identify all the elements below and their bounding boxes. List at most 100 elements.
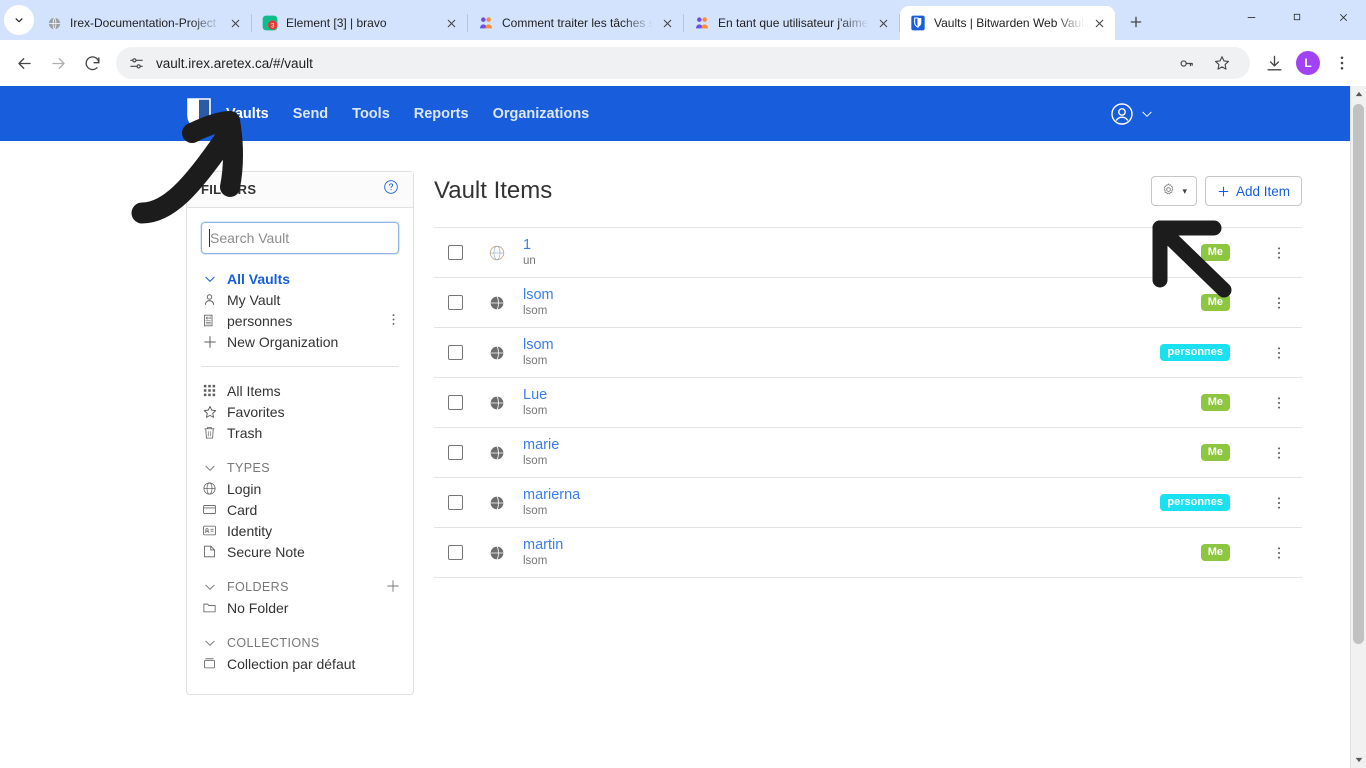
sidebar-item-all-vaults[interactable]: All Vaults (201, 268, 399, 289)
maximize-icon (1293, 13, 1301, 21)
add-folder-icon[interactable] (385, 578, 401, 597)
profile-button[interactable]: L (1292, 47, 1324, 79)
navbar-item-reports[interactable]: Reports (414, 106, 469, 122)
tab-search-button[interactable] (4, 5, 34, 35)
vault-items-list: 1 un Me lsom lsom Me lsom lsom personnes… (434, 227, 1302, 578)
tune-icon[interactable] (128, 54, 146, 72)
browser-menu-button[interactable] (1326, 47, 1358, 79)
sidebar-item-card[interactable]: Card (201, 499, 399, 520)
item-name[interactable]: marierna (523, 487, 580, 504)
sidebar-item-my-vault[interactable]: My Vault (201, 289, 399, 310)
item-name[interactable]: lsom (523, 337, 554, 354)
row-options-button[interactable] (1256, 395, 1302, 411)
window-minimize-button[interactable] (1228, 0, 1274, 34)
vault-options-button[interactable]: ▾ (1151, 176, 1197, 206)
downloads-button[interactable] (1258, 47, 1290, 79)
close-icon[interactable] (873, 13, 893, 33)
row-checkbox[interactable] (448, 495, 463, 510)
table-row[interactable]: Lue lsom Me (434, 378, 1302, 428)
browser-tab-4-active[interactable]: Vaults | Bitwarden Web Vault (900, 6, 1115, 40)
close-icon[interactable] (225, 13, 245, 33)
sidebar-item-secure-note[interactable]: Secure Note (201, 541, 399, 562)
browser-tab-1[interactable]: 3 Element [3] | bravo (252, 6, 467, 40)
sidebar-item-no-folder[interactable]: No Folder (201, 597, 399, 618)
navbar-item-send[interactable]: Send (293, 106, 328, 122)
page-content: FILTERS Search Vault All Vaults My Vault… (0, 141, 1350, 695)
navbar-item-organizations[interactable]: Organizations (493, 106, 590, 122)
row-options-button[interactable] (1256, 495, 1302, 511)
row-checkbox[interactable] (448, 295, 463, 310)
table-row[interactable]: 1 un Me (434, 228, 1302, 278)
collection-icon (201, 656, 218, 671)
browser-tab-2[interactable]: Comment traiter les tâches s (468, 6, 683, 40)
close-icon[interactable] (1089, 13, 1109, 33)
globe-icon (201, 481, 218, 496)
table-row[interactable]: lsom lsom personnes (434, 328, 1302, 378)
item-name[interactable]: Lue (523, 387, 547, 404)
reload-icon (85, 55, 100, 70)
row-options-button[interactable] (1256, 245, 1302, 261)
sidebar-item-personnes[interactable]: personnes (201, 310, 399, 331)
sidebar-item-collection-par-defaut[interactable]: Collection par défaut (201, 653, 399, 674)
sidebar-item-new-organization[interactable]: New Organization (201, 331, 399, 352)
browser-tab-3[interactable]: En tant que utilisateur j'aime (684, 6, 899, 40)
address-bar[interactable]: vault.irex.aretex.ca/#/vault (116, 47, 1250, 79)
row-options-button[interactable] (1256, 445, 1302, 461)
password-manager-icon[interactable] (1170, 47, 1202, 79)
sidebar-item-all-items[interactable]: All Items (201, 380, 399, 401)
row-checkbox[interactable] (448, 395, 463, 410)
item-name[interactable]: martin (523, 537, 563, 554)
row-options-button[interactable] (1256, 345, 1302, 361)
table-row[interactable]: marie lsom Me (434, 428, 1302, 478)
sidebar-item-identity[interactable]: Identity (201, 520, 399, 541)
table-row[interactable]: marierna lsom personnes (434, 478, 1302, 528)
table-row[interactable]: lsom lsom Me (434, 278, 1302, 328)
back-button[interactable] (8, 47, 40, 79)
row-checkbox[interactable] (448, 345, 463, 360)
sidebar-item-favorites[interactable]: Favorites (201, 401, 399, 422)
account-menu-button[interactable] (1110, 102, 1154, 126)
sidebar-section-collections[interactable]: COLLECTIONS (201, 632, 399, 653)
page-viewport: Vaults Send Tools Reports Organizations … (0, 86, 1350, 768)
scroll-down-arrow[interactable] (1351, 752, 1366, 768)
vault-filter-group: All Vaults My Vault personnes New Organi… (201, 268, 399, 352)
close-icon[interactable] (657, 13, 677, 33)
row-options-button[interactable] (1256, 545, 1302, 561)
item-name[interactable]: marie (523, 437, 559, 454)
sidebar-item-trash[interactable]: Trash (201, 422, 399, 443)
navbar-item-vaults[interactable]: Vaults (226, 106, 269, 122)
sidebar-item-label: Identity (227, 522, 273, 539)
reload-button[interactable] (76, 47, 108, 79)
window-close-button[interactable] (1320, 0, 1366, 34)
new-tab-button[interactable] (1121, 7, 1151, 37)
add-item-button[interactable]: Add Item (1204, 176, 1302, 206)
row-names: Lue lsom (523, 387, 547, 418)
globe-icon (487, 394, 507, 412)
help-circle-icon[interactable] (383, 179, 399, 200)
three-dot-menu-icon (1340, 56, 1344, 70)
row-checkbox[interactable] (448, 245, 463, 260)
scroll-up-arrow[interactable] (1351, 86, 1366, 102)
row-options-button[interactable] (1256, 295, 1302, 311)
sidebar-item-login[interactable]: Login (201, 478, 399, 499)
browser-tab-0[interactable]: Irex-Documentation-Project (36, 6, 251, 40)
table-row[interactable]: martin lsom Me (434, 528, 1302, 578)
status-badge: Me (1200, 294, 1230, 311)
bookmark-star-icon[interactable] (1206, 47, 1238, 79)
forward-button[interactable] (42, 47, 74, 79)
window-maximize-button[interactable] (1274, 0, 1320, 34)
navbar-item-tools[interactable]: Tools (352, 106, 390, 122)
row-checkbox[interactable] (448, 445, 463, 460)
scrollbar-thumb[interactable] (1353, 104, 1364, 644)
page-title: Vault Items (434, 177, 553, 204)
close-icon[interactable] (441, 13, 461, 33)
sidebar-section-types[interactable]: TYPES (201, 457, 399, 478)
row-checkbox[interactable] (448, 545, 463, 560)
search-input[interactable] (200, 221, 400, 255)
item-name[interactable]: 1 (523, 237, 536, 254)
three-dot-menu-icon[interactable] (386, 312, 401, 330)
page-scrollbar[interactable] (1350, 86, 1366, 768)
sidebar-section-folders[interactable]: FOLDERS (201, 576, 399, 597)
item-name[interactable]: lsom (523, 287, 554, 304)
credit-card-icon (201, 502, 218, 517)
